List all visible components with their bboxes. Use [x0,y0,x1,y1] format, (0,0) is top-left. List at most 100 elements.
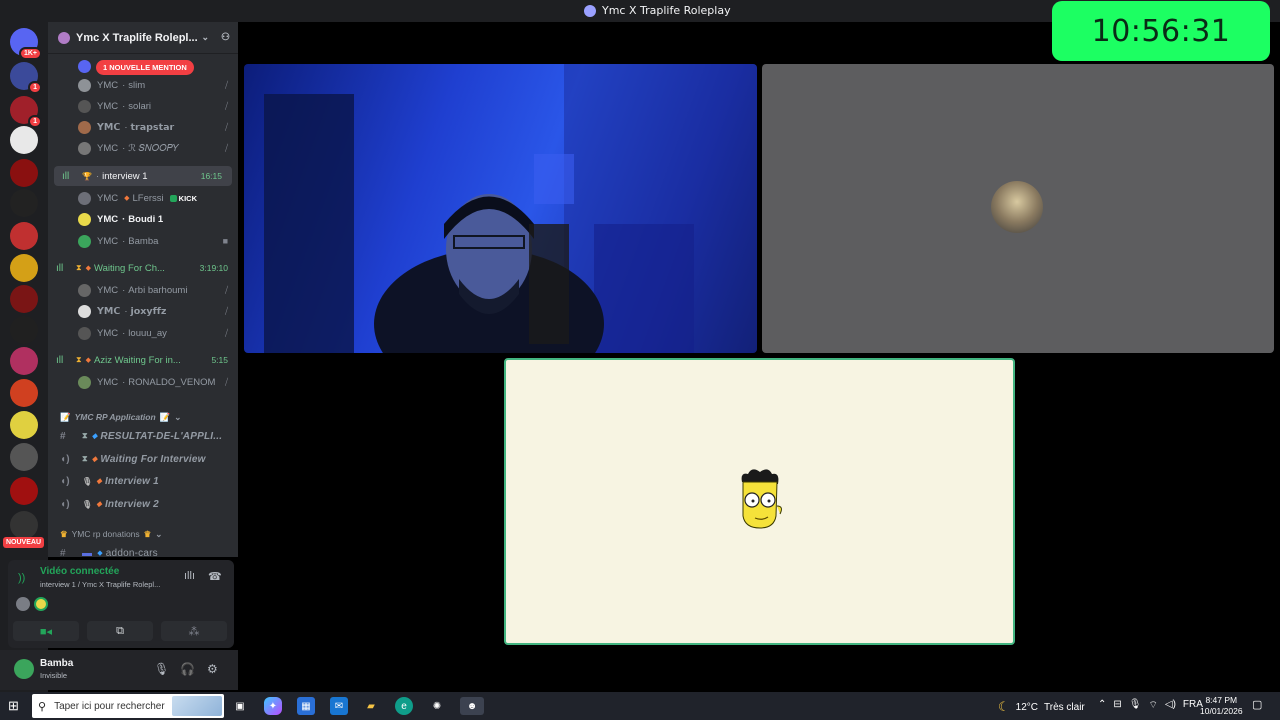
wifi-icon[interactable]: ⌔ [1148,699,1157,712]
task-view-icon[interactable]: ▣ [231,697,249,715]
diamond-icon: ◆ [124,195,130,202]
voice-channel-aziz[interactable]: ıll ⧗ ◆ Aziz Waiting For in... 5:15 [48,350,238,370]
voice-member-row[interactable]: 𝗬𝗠𝗖 · 𝗷𝗼𝘅𝘆𝗳𝗳𝘇 ⧸ [48,301,238,321]
volume-icon[interactable]: ◁) [1165,699,1176,712]
channel-sidebar: Ymc X Traplife Rolepl... ⌄ ⚇ 1 NOUVELLE … [48,22,238,557]
outlook-icon[interactable]: ✉ [330,697,348,715]
activities-button[interactable]: ⁂ [161,621,227,641]
chatgpt-icon[interactable]: ✺ [428,697,446,715]
channel-name: Interview 1 [104,475,159,487]
chevron-down-icon: ⌄ [155,528,163,539]
voice-channel[interactable]: ◖) 🎙 ◆ Interview 1 [48,471,238,491]
user-avatar[interactable] [14,659,34,679]
new-mention-pill[interactable]: 1 NOUVELLE MENTION [96,60,194,75]
windows-taskbar: ⊞ ⚲ Taper ici pour rechercher ▣ ✦ ▦ ✉ ▰ … [0,692,1280,720]
voice-channel-waiting[interactable]: ıll ⧗ ◆ Waiting For Ch... 3:19:10 [48,258,238,278]
voice-member-row[interactable]: YMC · louuu_ay ⧸ [48,323,238,343]
voice-channel[interactable]: ◖) 🎙 ◆ Interview 2 [48,494,238,514]
server-icon[interactable] [10,254,38,282]
participant-avatar[interactable] [34,597,48,611]
voice-member-row[interactable]: YMC · solari ⧸ [48,96,238,116]
server-icon[interactable]: 1 [10,96,42,128]
windows-start-icon[interactable]: ⊞ [8,698,19,714]
notification-icon[interactable]: ▢ [1252,698,1262,711]
discord-avatar [78,59,91,73]
voice-channel-name: Aziz Waiting For in... [94,354,181,366]
channel-name: RESULTAT-DE-L'APPLI... [100,430,223,442]
text-channel-addon-cars[interactable]: # ▬ ◆ addon-cars [48,543,238,558]
disconnect-icon[interactable]: ☎ [208,570,222,583]
voice-channel[interactable]: ◖) ⧗ ◆ Waiting For Interview [48,449,238,469]
memo-icon: 📝 [60,411,71,422]
voice-member-row[interactable]: YMC · ℛ 𝑆𝑁𝑂𝑂𝑃𝑌 ⧸ [48,138,238,158]
server-header[interactable]: Ymc X Traplife Rolepl... ⌄ ⚇ [48,22,238,54]
server-icon[interactable] [10,316,38,344]
edge-icon[interactable]: e [395,697,413,715]
server-icon[interactable] [10,222,38,250]
video-tile-webcam[interactable] [244,64,757,353]
screen-share-button[interactable]: ⧉ [87,621,153,641]
server-icon[interactable] [10,347,38,375]
participant-avatar[interactable] [16,597,30,611]
headphones-icon[interactable]: 🎧 [180,662,195,676]
store-icon[interactable]: ▦ [297,697,315,715]
voice-member-row[interactable]: YMC · RONALDO_VENOM ⧸ [48,372,238,392]
server-icon[interactable] [10,159,38,187]
avatar [78,234,91,248]
member-name: slim [128,79,146,91]
cartoon-avatar[interactable] [506,360,1013,643]
microphone-tray-icon[interactable]: 🎙 [1129,699,1142,712]
chevron-up-icon[interactable]: ⌃ [1098,699,1106,712]
noise-suppression-icon[interactable]: ıllı [184,570,195,582]
category-ymc-rp-donations[interactable]: ♛ YMC rp donations ♛ ⌄ [48,524,238,544]
chevron-down-icon[interactable]: ⌄ [201,32,209,43]
file-explorer-icon[interactable]: ▰ [362,697,380,715]
voice-member-row[interactable]: YMC · slim ⧸ [48,75,238,95]
voice-location[interactable]: interview 1 / Ymc X Traplife Rolepl... [40,580,160,589]
category-ymc-rp-application[interactable]: 📝 YMC RP Application 📝 ⌄ [48,407,238,427]
voice-member-row[interactable]: YMC · Bamba ■ [48,231,238,251]
server-icon[interactable]: 1 [10,62,42,94]
taskbar-clock[interactable]: 8:47 PM 10/01/2026 [1200,695,1243,717]
participant-avatar[interactable] [991,181,1043,233]
server-icon[interactable] [10,379,38,407]
voice-member-row[interactable]: YMC · Arbi barhoumi ⧸ [48,280,238,300]
video-tile-avatar[interactable] [762,64,1274,353]
add-member-icon[interactable]: ⚇ [221,32,230,43]
server-icon[interactable] [10,477,38,505]
discord-taskbar-icon[interactable]: ☻ [460,697,484,715]
microphone-icon[interactable]: 🎙 [154,662,169,676]
copilot-icon[interactable]: ✦ [264,697,282,715]
server-icon[interactable]: 1K+ [10,28,42,60]
taskbar-search[interactable]: ⚲ Taper ici pour rechercher [32,694,224,718]
new-badge[interactable]: NOUVEAU [3,537,45,548]
voice-member-row[interactable]: YMC ◆ LFerssi KICK [48,188,238,208]
channel-name: Interview 2 [104,498,159,510]
voice-status[interactable]: Vidéo connectée [40,566,119,577]
server-icon[interactable] [10,189,38,217]
user-name[interactable]: Bamba [40,658,73,669]
server-icon[interactable] [10,511,38,539]
taskbar-date: 10/01/2026 [1200,706,1243,716]
moon-icon: ☾ [998,699,1010,714]
network-icon[interactable]: ⊟ [1113,699,1121,712]
voice-connected-panel: )) Vidéo connectée interview 1 / Ymc X T… [8,560,234,648]
weather-widget[interactable]: ☾ 12°C Très clair [998,699,1085,715]
hourglass-icon: ⧗ [82,431,88,440]
member-name: Bamba [128,235,159,247]
server-icon[interactable] [10,443,38,471]
server-icon[interactable] [10,285,38,313]
member-prefix: YMC [97,192,119,204]
video-tile-cartoon-avatar[interactable] [504,358,1015,645]
muted-icon: ⧸ [224,100,228,111]
server-icon[interactable] [10,126,38,154]
voice-member-row[interactable]: 𝗬𝗠𝗖 · 𝘁𝗿𝗮𝗽𝘀𝘁𝗮𝗿 ⧸ [48,117,238,137]
hourglass-icon: ⧗ [76,263,82,272]
member-name: ℛ 𝑆𝑁𝑂𝑂𝑃𝑌 [128,142,180,154]
camera-button[interactable]: ■◂ [13,621,79,641]
server-icon[interactable] [10,411,38,439]
voice-channel-interview-1[interactable]: ıll 🏆 · interview 1 16:15 [54,166,232,186]
gear-icon[interactable]: ⚙ [207,662,218,676]
voice-member-row[interactable]: YMC · Boudi 1 [48,209,238,229]
text-channel[interactable]: # ⧗ ◆ RESULTAT-DE-L'APPLI... [48,426,238,446]
